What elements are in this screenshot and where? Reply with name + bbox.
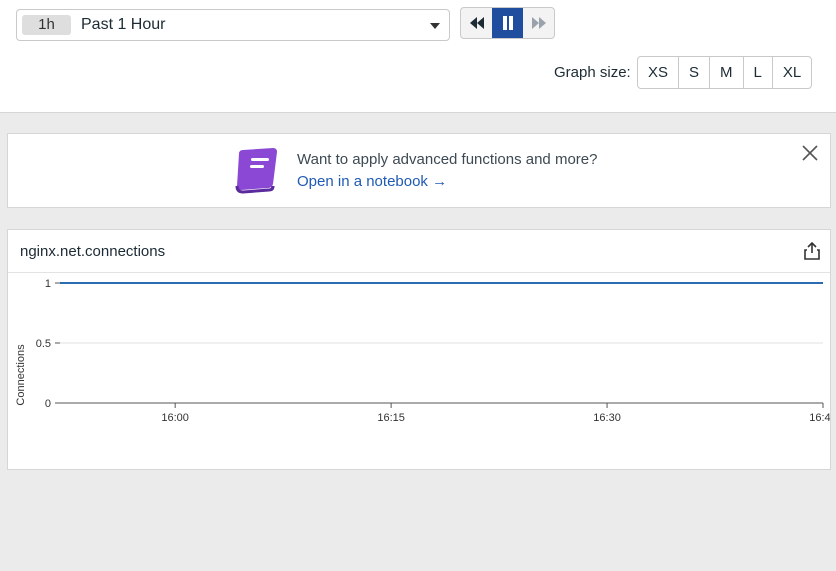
widget-title: nginx.net.connections	[20, 243, 166, 260]
x-tick-label: 16:30	[593, 412, 621, 424]
notebook-icon	[235, 148, 277, 194]
size-l-button[interactable]: L	[744, 57, 773, 88]
y-axis-label: Connections	[15, 344, 27, 406]
graph-size-label: Graph size:	[554, 64, 631, 81]
banner-message: Want to apply advanced functions and mor…	[297, 151, 598, 168]
export-icon[interactable]	[804, 242, 820, 260]
widget-header: nginx.net.connections	[8, 230, 830, 273]
line-chart: 0 0.5 1 16:00 16:15 16:30 16:45 Connections	[15, 278, 830, 424]
x-tick-label: 16:45	[809, 412, 830, 424]
top-toolbar: 1h Past 1 Hour Graph size: XS S M L XL	[0, 0, 836, 113]
close-icon[interactable]	[802, 145, 818, 161]
fast-forward-icon	[531, 17, 546, 29]
graph-widget: nginx.net.connections 0 0.5 1 16:00 16:15 16:…	[7, 229, 831, 470]
x-tick-label: 16:15	[377, 412, 405, 424]
graph-size-selector: XS S M L XL	[637, 56, 813, 89]
y-tick-label: 0	[45, 398, 51, 410]
size-xs-button[interactable]: XS	[638, 57, 680, 88]
open-notebook-link[interactable]: Open in a notebook →	[297, 173, 447, 190]
timeframe-label: Past 1 Hour	[81, 16, 166, 33]
size-xl-button[interactable]: XL	[773, 57, 811, 88]
y-tick-label: 1	[45, 278, 51, 290]
fast-forward-button[interactable]	[523, 8, 554, 38]
timeframe-chip: 1h	[22, 15, 71, 35]
chevron-down-icon[interactable]	[430, 23, 440, 29]
playback-controls	[460, 7, 555, 39]
x-tick-label: 16:00	[161, 412, 189, 424]
y-tick-label: 0.5	[36, 338, 51, 350]
size-s-button[interactable]: S	[679, 57, 711, 88]
pause-button[interactable]	[492, 8, 523, 38]
rewind-icon	[469, 17, 484, 29]
notebook-banner: Want to apply advanced functions and mor…	[7, 133, 831, 208]
size-m-button[interactable]: M	[710, 57, 744, 88]
timeframe-selector[interactable]: 1h Past 1 Hour	[16, 9, 450, 41]
pause-icon	[502, 16, 513, 30]
rewind-button[interactable]	[461, 8, 492, 38]
